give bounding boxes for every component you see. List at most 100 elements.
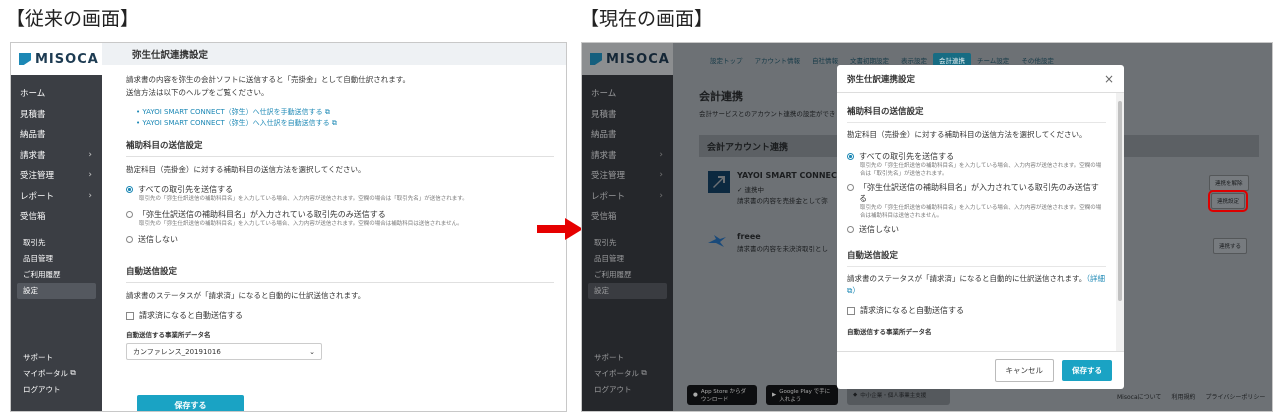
save-button[interactable]: 保存する: [137, 395, 244, 411]
cancel-button[interactable]: キャンセル: [994, 359, 1054, 382]
modal-footer: キャンセル 保存する: [837, 351, 1124, 389]
office-select[interactable]: カンファレンス_20191016 ⌄: [126, 343, 322, 360]
sidebar-item-orders[interactable]: 受注管理 ›: [582, 165, 673, 186]
section-heading: 補助科目の送信設定: [126, 139, 554, 157]
old-screen: MISOCA ホーム 見積書 納品書 請求書 › 受注管理 › レポート › 受信箱 …: [10, 42, 567, 412]
checkbox-icon: [126, 311, 134, 320]
sidebar-item-settings[interactable]: 設定: [588, 282, 667, 299]
external-link-icon: ⧉: [70, 368, 76, 377]
chevron-right-icon: ›: [88, 149, 92, 160]
sidebar-item-settings[interactable]: 設定: [17, 282, 96, 299]
misoca-logo[interactable]: MISOCA: [11, 43, 102, 75]
help-link-manual[interactable]: • YAYOI SMART CONNECT（弥生）へ仕訳を手動送信する ⧉: [126, 107, 554, 118]
sidebar-myportal[interactable]: マイポータル ⧉: [11, 365, 102, 381]
logo-mark-icon: [590, 53, 602, 65]
google-play-badge[interactable]: ▶ Google Play で手に入れよう: [766, 385, 838, 405]
section-heading: 自動送信設定: [126, 265, 554, 283]
modal-header: 弥生仕訳連携設定 ×: [837, 65, 1124, 93]
section-heading: 自動送信設定: [847, 249, 1106, 267]
page-title: 会計連携: [699, 90, 743, 103]
checkbox-icon: [847, 306, 855, 315]
radio-send-all[interactable]: すべての取引先を送信する: [126, 184, 554, 195]
sidebar: MISOCA ホーム 見積書 納品書 請求書 › 受注管理 › レポート › 受信箱 …: [11, 43, 102, 411]
sidebar-item-estimates[interactable]: 見積書: [582, 104, 673, 125]
sidebar-item-reports[interactable]: レポート ›: [582, 186, 673, 207]
radio-icon: [126, 211, 133, 218]
footer-links: Misocaについて 利用規約 プライバシーポリシー: [1117, 392, 1265, 401]
unlink-button[interactable]: 連携を解除: [1209, 175, 1249, 191]
chevron-right-icon: ›: [88, 190, 92, 201]
caption-old: 【従来の画面】: [6, 8, 140, 30]
chevron-right-icon: ›: [659, 170, 663, 181]
radio-send-entered[interactable]: 「弥生仕訳送信の補助科目名」が入力されている取引先のみ送信する: [847, 182, 1106, 204]
footer-terms[interactable]: 利用規約: [1171, 392, 1195, 401]
yayoi-settings-modal: 弥生仕訳連携設定 × 補助科目の送信設定 勘定科目（売掛金）に対する補助科目の送…: [837, 65, 1124, 389]
misoca-logo[interactable]: MISOCA: [582, 43, 673, 75]
new-screen: MISOCA ホーム 見積書 納品書 請求書 › 受注管理 › レポート › 受信箱 …: [581, 42, 1273, 412]
sidebar-item-products[interactable]: 品目管理: [11, 251, 102, 267]
help-link-auto[interactable]: • YAYOI SMART CONNECT（弥生）へ入仕訳を自動送信する ⧉: [126, 118, 554, 129]
modal-title: 弥生仕訳連携設定: [847, 74, 916, 85]
radio-icon: [126, 186, 133, 193]
auto-send-checkbox[interactable]: 請求済になると自動送信する: [847, 305, 1106, 316]
external-link-icon: ⧉: [641, 368, 647, 377]
shield-icon: ◆: [853, 392, 858, 398]
sidebar-myportal[interactable]: マイポータル ⧉: [582, 365, 673, 381]
chevron-down-icon: ⌄: [309, 347, 315, 356]
sidebar-item-invoices[interactable]: 請求書 ›: [582, 145, 673, 166]
app-store-badge[interactable]: ● App Store からダウンロード: [687, 385, 757, 405]
sidebar-item-reports[interactable]: レポート ›: [11, 186, 102, 207]
auto-send-checkbox[interactable]: 請求済になると自動送信する: [126, 310, 554, 321]
radio-icon: [847, 153, 854, 160]
page-title: 弥生仕訳連携設定: [102, 43, 566, 65]
sidebar-item-history[interactable]: ご利用履歴: [582, 267, 673, 283]
sidebar-item-inbox[interactable]: 受信箱: [11, 206, 102, 227]
apple-icon: ●: [693, 392, 698, 398]
arrow-right-icon: [537, 218, 583, 240]
tab-settings-top[interactable]: 設定トップ: [704, 53, 749, 67]
modal-body: 補助科目の送信設定 勘定科目（売掛金）に対する補助科目の送信方法を選択してくださ…: [847, 105, 1106, 336]
sidebar-support[interactable]: サポート: [11, 349, 102, 365]
radio-send-none[interactable]: 送信しない: [847, 224, 1106, 235]
footer-about[interactable]: Misocaについて: [1117, 392, 1161, 401]
sidebar-item-products[interactable]: 品目管理: [582, 251, 673, 267]
play-icon: ▶: [772, 392, 777, 398]
radio-send-entered[interactable]: 「弥生仕訳送信の補助科目名」が入力されている取引先のみ送信する: [126, 209, 554, 220]
old-main: 弥生仕訳連携設定 請求書の内容を弥生の会計ソフトに送信すると「売掛金」として自動…: [102, 43, 566, 411]
radio-icon: [847, 184, 854, 191]
modal-scrollbar[interactable]: [1116, 93, 1124, 351]
sidebar-item-home[interactable]: ホーム: [582, 83, 673, 104]
sidebar-logout[interactable]: ログアウト: [11, 381, 102, 397]
sidebar-item-clients[interactable]: 取引先: [582, 235, 673, 251]
chevron-right-icon: ›: [659, 190, 663, 201]
external-link-icon: ⧉: [331, 119, 337, 127]
chevron-right-icon: ›: [659, 149, 663, 160]
link-button[interactable]: 連携する: [1213, 238, 1248, 254]
sidebar-item-invoices[interactable]: 請求書 ›: [11, 145, 102, 166]
external-link-icon: ⧉: [324, 108, 330, 116]
sidebar-item-delivery[interactable]: 納品書: [582, 124, 673, 145]
chevron-right-icon: ›: [88, 170, 92, 181]
sidebar-item-orders[interactable]: 受注管理 ›: [11, 165, 102, 186]
sidebar: MISOCA ホーム 見積書 納品書 請求書 › 受注管理 › レポート › 受信箱 …: [582, 43, 673, 411]
save-button[interactable]: 保存する: [1062, 360, 1112, 381]
external-link-icon: ⧉: [847, 286, 853, 295]
yayoi-logo-icon: [708, 171, 730, 193]
sidebar-item-clients[interactable]: 取引先: [11, 235, 102, 251]
close-icon[interactable]: ×: [1104, 72, 1114, 86]
sidebar-item-home[interactable]: ホーム: [11, 83, 102, 104]
section-heading: 補助科目の送信設定: [847, 105, 1106, 123]
tab-account[interactable]: アカウント情報: [749, 53, 807, 67]
radio-send-none[interactable]: 送信しない: [126, 234, 554, 245]
sidebar-item-delivery[interactable]: 納品書: [11, 124, 102, 145]
sidebar-logout[interactable]: ログアウト: [582, 381, 673, 397]
sidebar-item-estimates[interactable]: 見積書: [11, 104, 102, 125]
sidebar-support[interactable]: サポート: [582, 349, 673, 365]
sidebar-item-history[interactable]: ご利用履歴: [11, 267, 102, 283]
caption-new: 【現在の画面】: [580, 8, 714, 30]
link-settings-button[interactable]: 連携設定: [1207, 190, 1249, 212]
radio-send-all[interactable]: すべての取引先を送信する: [847, 151, 1106, 162]
sidebar-item-inbox[interactable]: 受信箱: [582, 206, 673, 227]
freee-logo-icon: [708, 235, 726, 247]
footer-privacy[interactable]: プライバシーポリシー: [1205, 392, 1265, 401]
